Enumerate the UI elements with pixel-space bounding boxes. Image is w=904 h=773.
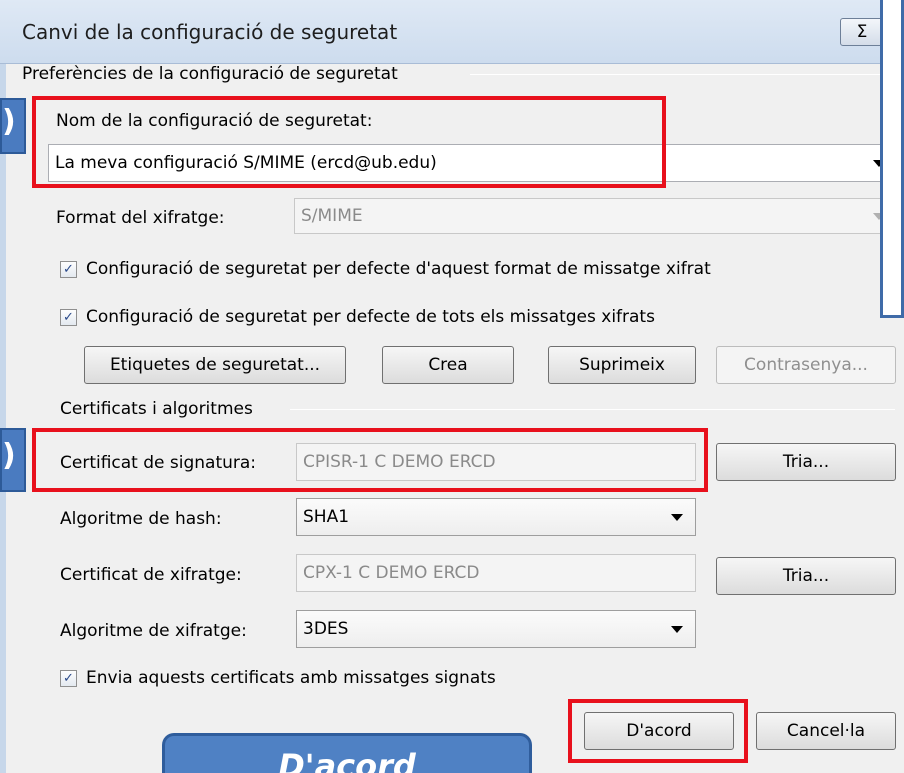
highlight-config-name	[32, 96, 666, 188]
security-labels-button[interactable]: Etiquetes de seguretat...	[84, 346, 346, 384]
hash-algorithm-value: SHA1	[303, 507, 350, 527]
checkmark-icon: ✓	[63, 262, 74, 277]
hash-algorithm-select[interactable]: SHA1	[296, 498, 696, 536]
encryption-certificate-field: CPX-1 C DEMO ERCD	[296, 554, 696, 592]
chevron-down-icon	[671, 626, 683, 633]
checkmark-icon: ✓	[63, 310, 74, 325]
close-button[interactable]: Σ	[840, 18, 884, 46]
highlight-ok-button	[568, 699, 748, 763]
encryption-format-label: Format del xifratge:	[56, 208, 225, 228]
password-button[interactable]: Contrasenya...	[716, 346, 896, 384]
close-icon: Σ	[856, 22, 868, 42]
dialog-title: Canvi de la configuració de seguretat	[22, 20, 398, 44]
encryption-certificate-value: CPX-1 C DEMO ERCD	[303, 563, 480, 583]
checkmark-icon: ✓	[63, 671, 74, 686]
encryption-format-value: S/MIME	[301, 206, 363, 226]
hash-algorithm-label: Algoritme de hash:	[60, 509, 222, 529]
cancel-button[interactable]: Cancel·la	[756, 712, 896, 750]
choose-signing-button[interactable]: Tria...	[716, 443, 896, 481]
choose-encryption-button[interactable]: Tria...	[716, 557, 896, 595]
step-marker-1-label: )	[2, 104, 16, 139]
chevron-down-icon	[671, 514, 683, 521]
tip-box-overlay	[880, 0, 904, 318]
default-all-checkbox[interactable]: ✓	[60, 309, 77, 326]
certificates-group-label: Certificats i algoritmes	[60, 399, 261, 419]
send-certificates-label: Envia aquests certificats amb missatges …	[86, 668, 496, 688]
callout-bubble: D'acord	[162, 733, 532, 773]
callout-bubble-text: D'acord	[278, 747, 416, 773]
default-format-label: Configuració de seguretat per defecte d'…	[86, 259, 711, 279]
encryption-algorithm-label: Algoritme de xifratge:	[60, 621, 247, 641]
default-format-checkbox[interactable]: ✓	[60, 261, 77, 278]
encryption-certificate-label: Certificat de xifratge:	[60, 565, 242, 585]
preferences-group-divider	[470, 74, 895, 75]
encryption-algorithm-value: 3DES	[303, 619, 349, 639]
create-button[interactable]: Crea	[382, 346, 514, 384]
delete-button[interactable]: Suprimeix	[548, 346, 696, 384]
encryption-algorithm-select[interactable]: 3DES	[296, 610, 696, 648]
default-all-label: Configuració de seguretat per defecte de…	[86, 307, 655, 327]
highlight-signing-certificate	[32, 428, 708, 492]
encryption-format-select[interactable]: S/MIME	[294, 198, 898, 234]
preferences-group-label: Preferències de la configuració de segur…	[22, 64, 406, 84]
send-certificates-checkbox[interactable]: ✓	[60, 670, 77, 687]
step-marker-2-label: )	[2, 438, 16, 473]
certificates-group-divider	[290, 409, 895, 410]
